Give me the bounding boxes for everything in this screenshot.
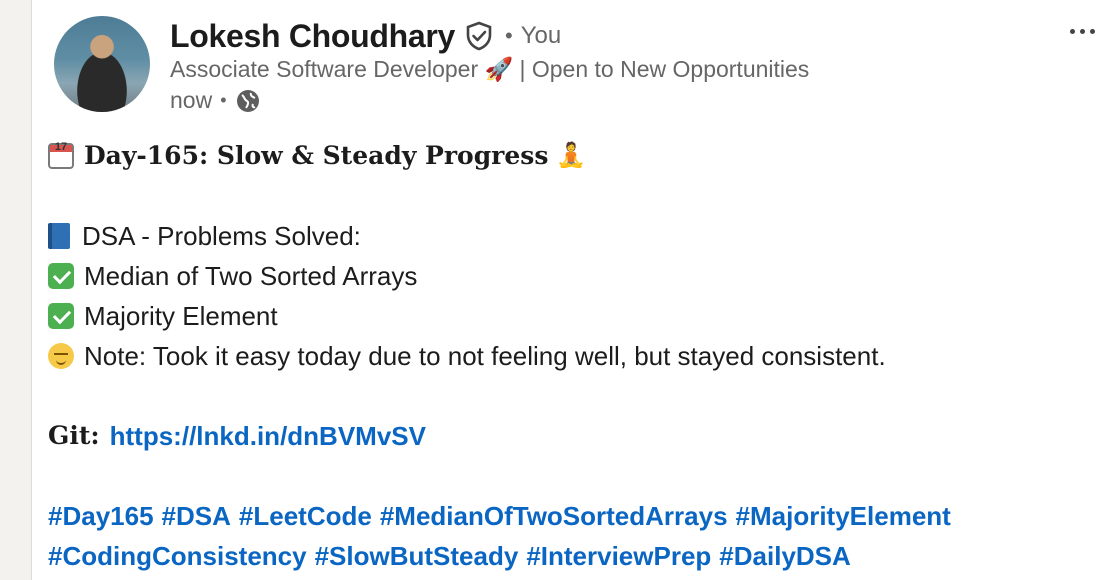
post-card: Lokesh Choudhary • You Associate Softwar… [31,0,1120,580]
relieved-face-icon [48,343,74,369]
hashtag-link[interactable]: #DSA [162,496,231,536]
hashtag-link[interactable]: #LeetCode [239,496,372,536]
author-name[interactable]: Lokesh Choudhary [170,18,455,55]
post-title-line: 17 Day-165 : Slow & Steady Progress 🧘 [48,136,1108,176]
separator-dot: • [505,23,513,48]
author-row: Lokesh Choudhary • You [170,16,561,56]
post-title-text: : Slow & Steady Progress [198,141,549,170]
post-body: 17 Day-165 : Slow & Steady Progress 🧘 DS… [48,136,1108,576]
note-text: Note: Took it easy today due to not feel… [84,341,886,371]
hashtag-link[interactable]: #DailyDSA [719,536,851,576]
hashtag-link[interactable]: #MedianOfTwoSortedArrays [380,496,728,536]
check-mark-icon [48,263,74,289]
post-meta: now • [170,87,261,114]
more-options-icon[interactable] [1062,16,1102,46]
separator-dot: • [220,90,227,110]
list-item: Majority Element [48,296,1108,336]
git-label: Git [48,421,91,450]
calendar-icon: 17 [48,141,74,169]
list-item: Median of Two Sorted Arrays [48,256,1108,296]
author-headline: Associate Software Developer 🚀 | Open to… [170,56,810,82]
hashtag-link[interactable]: #CodingConsistency [48,536,307,576]
post-time: now [170,87,213,113]
verified-shield-icon [465,21,495,51]
post-title-prefix: Day-165 [84,141,199,170]
hashtag-link[interactable]: #Day165 [48,496,154,536]
git-line: Git : https://lnkd.in/dnBVMvSV [48,416,1108,456]
avatar[interactable] [54,16,150,112]
dsa-heading: DSA - Problems Solved: [82,221,361,251]
note-line: Note: Took it easy today due to not feel… [48,336,1108,376]
problem-name: Majority Element [84,301,278,331]
git-link[interactable]: https://lnkd.in/dnBVMvSV [110,416,426,456]
hashtag-link[interactable]: #InterviewPrep [526,536,711,576]
problem-name: Median of Two Sorted Arrays [84,261,418,291]
hashtag-link[interactable]: #SlowButSteady [315,536,519,576]
relation-label: You [520,22,562,49]
check-mark-icon [48,303,74,329]
meditation-icon: 🧘 [556,142,587,169]
globe-icon[interactable] [235,88,261,114]
hashtag-link[interactable]: #MajorityElement [736,496,951,536]
git-colon: : [90,421,100,450]
dsa-heading-line: DSA - Problems Solved: [48,216,1108,256]
book-icon [48,223,70,249]
hashtags-line-1: #Day165 #DSA #LeetCode #MedianOfTwoSorte… [48,496,1108,536]
hashtags-line-2: #CodingConsistency #SlowButSteady #Inter… [48,536,1108,576]
